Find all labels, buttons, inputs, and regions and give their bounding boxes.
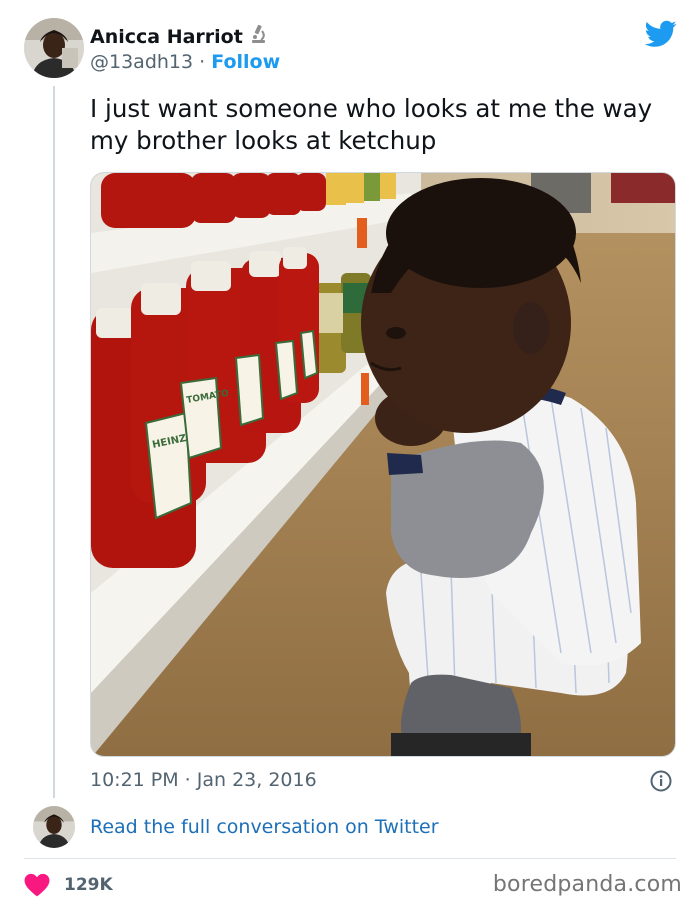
- tweet-timestamp[interactable]: 10:21 PM · Jan 23, 2016: [90, 769, 317, 791]
- tweet-text: I just want someone who looks at me the …: [90, 94, 653, 155]
- divider: [24, 858, 676, 859]
- heart-icon[interactable]: [24, 873, 50, 897]
- info-icon[interactable]: [650, 770, 672, 792]
- tweet-card: Anicca Harriot @13adh13 · Follow I just …: [0, 0, 700, 912]
- likes-count[interactable]: 129K: [64, 875, 113, 895]
- twitter-bird-icon[interactable]: [644, 20, 677, 48]
- author-avatar-small[interactable]: [33, 806, 75, 848]
- read-conversation-link[interactable]: Read the full conversation on Twitter: [90, 816, 439, 838]
- author-name[interactable]: Anicca Harriot: [90, 23, 269, 50]
- follow-button[interactable]: Follow: [211, 51, 280, 73]
- author-avatar[interactable]: [24, 18, 84, 78]
- tweet-photo[interactable]: HEINZ TOMATO: [90, 172, 676, 757]
- handle-row: @13adh13 · Follow: [90, 51, 280, 73]
- author-handle[interactable]: @13adh13: [90, 51, 193, 73]
- author-name-text: Anicca Harriot: [90, 25, 243, 48]
- microscope-icon: [247, 23, 269, 50]
- separator-dot: ·: [199, 51, 206, 73]
- thread-line: [53, 86, 55, 798]
- watermark: boredpanda.com: [492, 872, 682, 897]
